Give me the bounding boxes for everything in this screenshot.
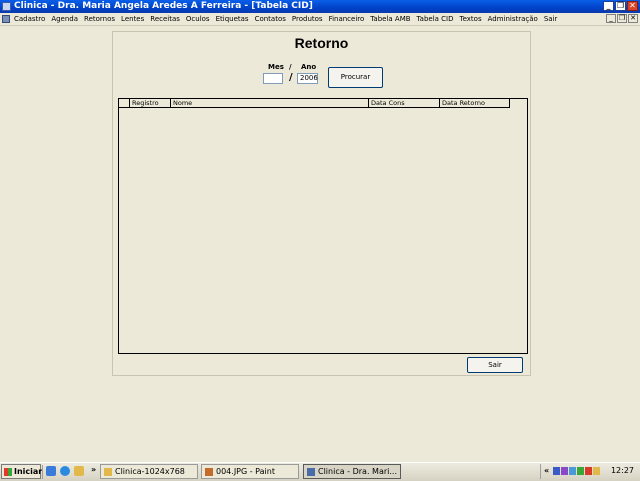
close-button[interactable]: ✕	[627, 1, 638, 11]
sair-button-label: Sair	[488, 361, 502, 369]
taskbar: Iniciar » Clinica-1024x768 004.JPG - Pai…	[0, 462, 640, 481]
start-label: Iniciar	[14, 467, 43, 476]
window-title: Clinica - Dra. Maria Angela Aredes A Fer…	[14, 1, 313, 11]
menu-item-receitas[interactable]: Receitas	[147, 13, 183, 25]
app-icon[interactable]	[2, 2, 11, 11]
form-title: Retorno	[294, 35, 349, 51]
menu-item-cadastro[interactable]: Cadastro	[11, 13, 48, 25]
menu-item-administracao[interactable]: Administração	[485, 13, 541, 25]
menu-item-produtos[interactable]: Produtos	[289, 13, 326, 25]
date-separator: /	[289, 72, 293, 83]
task-clinica-app[interactable]: Clinica - Dra. Mari...	[303, 464, 401, 479]
sair-button[interactable]: Sair	[467, 357, 523, 373]
window-controls: _ ❐ ✕	[603, 1, 638, 11]
maximize-button[interactable]: ❐	[615, 1, 626, 11]
grid-header: Registro Nome Data Cons Data Retorno	[119, 99, 510, 108]
ano-label: Ano	[301, 63, 317, 71]
procurar-button-label: Procurar	[340, 73, 371, 81]
system-tray: « 12:27	[540, 464, 640, 479]
menu-item-tabela-cid[interactable]: Tabela CID	[414, 13, 457, 25]
mdi-close-button[interactable]: ✕	[628, 14, 638, 23]
menu-item-lentes[interactable]: Lentes	[118, 13, 147, 25]
grid-column-data-retorno[interactable]: Data Retorno	[440, 99, 510, 107]
mdi-child-icon[interactable]	[2, 15, 10, 23]
grid-column-nome[interactable]: Nome	[171, 99, 369, 107]
grid-column-data-cons[interactable]: Data Cons	[369, 99, 440, 107]
folder-icon	[104, 468, 112, 476]
paint-icon	[205, 468, 213, 476]
windows-flag-icon	[4, 468, 12, 476]
update-icon[interactable]	[593, 467, 600, 475]
network-icon[interactable]	[553, 467, 560, 475]
menu-item-retornos[interactable]: Retornos	[81, 13, 118, 25]
tray-expand-icon[interactable]: «	[544, 464, 549, 477]
menu-item-agenda[interactable]: Agenda	[48, 13, 81, 25]
mdi-restore-button[interactable]: ❐	[617, 14, 627, 23]
antivirus-icon[interactable]	[577, 467, 584, 475]
grid-column-selector[interactable]	[119, 99, 130, 107]
mes-input[interactable]	[263, 73, 283, 84]
task-label: Clinica-1024x768	[115, 467, 185, 476]
start-button[interactable]: Iniciar	[1, 464, 43, 479]
taskbar-separator	[42, 465, 45, 479]
title-bar[interactable]: Clinica - Dra. Maria Angela Aredes A Fer…	[0, 0, 640, 13]
minimize-button[interactable]: _	[603, 1, 614, 11]
task-label: 004.JPG - Paint	[216, 467, 275, 476]
menu-item-sair[interactable]: Sair	[541, 13, 561, 25]
menu-item-etiquetas[interactable]: Etiquetas	[213, 13, 252, 25]
menu-item-oculos[interactable]: Oculos	[183, 13, 213, 25]
ie-quicklaunch-icon[interactable]	[60, 466, 70, 476]
grid-column-registro[interactable]: Registro	[130, 99, 171, 107]
menu-item-contatos[interactable]: Contatos	[252, 13, 289, 25]
mdi-controls: _ ❐ ✕	[606, 14, 638, 23]
clinica-app-icon	[307, 468, 315, 476]
task-paint[interactable]: 004.JPG - Paint	[201, 464, 299, 479]
menu-item-financeiro[interactable]: Financeiro	[326, 13, 368, 25]
ano-input[interactable]: 2006	[297, 73, 318, 84]
security-icon[interactable]	[585, 467, 592, 475]
task-clinica-folder[interactable]: Clinica-1024x768	[100, 464, 198, 479]
clock[interactable]: 12:27	[611, 464, 634, 477]
menu-bar: Cadastro Agenda Retornos Lentes Receitas…	[0, 13, 640, 26]
messenger-icon[interactable]	[561, 467, 568, 475]
quicklaunch-overflow-icon[interactable]: »	[91, 465, 96, 474]
mdi-minimize-button[interactable]: _	[606, 14, 616, 23]
procurar-button[interactable]: Procurar	[328, 67, 383, 88]
results-grid[interactable]: Registro Nome Data Cons Data Retorno	[118, 98, 528, 354]
mes-label: Mes	[268, 63, 284, 71]
retorno-form: Retorno Mes / Ano / 2006 Procurar Regist…	[112, 31, 531, 376]
menu-item-tabela-amb[interactable]: Tabela AMB	[367, 13, 413, 25]
menu-item-textos[interactable]: Textos	[457, 13, 485, 25]
volume-icon[interactable]	[569, 467, 576, 475]
explorer-quicklaunch-icon[interactable]	[74, 466, 84, 476]
task-label: Clinica - Dra. Mari...	[318, 467, 397, 476]
slash-label: /	[289, 63, 292, 71]
desktop-quicklaunch-icon[interactable]	[46, 466, 56, 476]
